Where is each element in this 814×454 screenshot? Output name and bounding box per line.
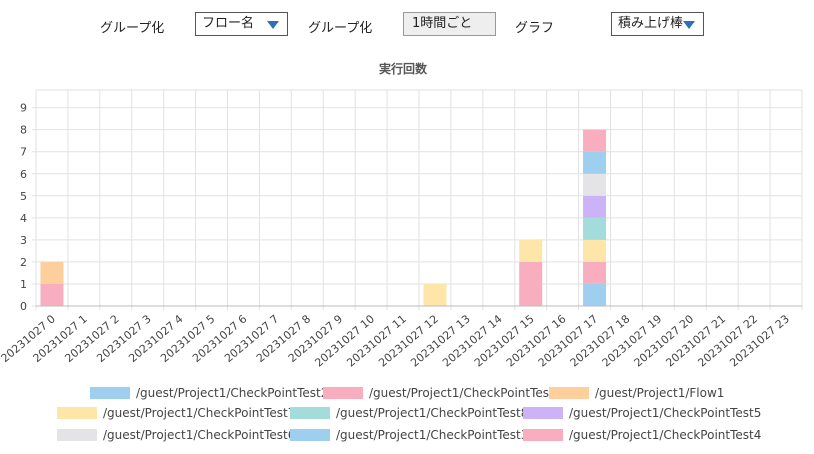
y-tick-label: 5 <box>20 190 27 203</box>
bar-segment <box>583 283 607 306</box>
bar-segment <box>519 239 543 262</box>
stacked-bar-chart: 実行回数 012345678920231027 020231027 120231… <box>0 61 803 370</box>
legend-swatch <box>290 407 330 419</box>
y-tick-label: 4 <box>20 212 27 225</box>
y-tick-label: 9 <box>20 102 27 115</box>
bar-segment <box>583 129 607 152</box>
y-tick-label: 1 <box>20 278 27 291</box>
legend-swatch <box>57 429 97 441</box>
legend-item[interactable]: /guest/Project1/CheckPointTest5 <box>523 406 761 420</box>
legend-swatch <box>523 407 563 419</box>
legend-label: /guest/Project1/CheckPointTest <box>369 386 554 400</box>
bar-segment <box>40 261 64 284</box>
y-tick-label: 0 <box>20 300 27 313</box>
legend-swatch <box>323 387 363 399</box>
bar-segment <box>583 217 607 240</box>
legend-swatch <box>57 407 97 419</box>
y-tick-label: 8 <box>20 124 27 137</box>
legend-swatch <box>290 429 330 441</box>
bar-segment <box>583 151 607 174</box>
y-tick-label: 3 <box>20 234 27 247</box>
bar-segment <box>423 283 447 306</box>
bar-segment <box>583 195 607 218</box>
bar-segment <box>583 173 607 196</box>
legend-item[interactable]: /guest/Project1/CheckPointTest6 <box>57 428 295 442</box>
bar-segment <box>583 261 607 284</box>
y-tick-label: 6 <box>20 168 27 181</box>
axis-layer: 012345678920231027 020231027 120231027 2… <box>0 102 802 370</box>
legend-label: /guest/Project1/CheckPointTest6 <box>103 428 296 442</box>
legend-label: /guest/Project1/CheckPointTest8 <box>336 406 529 420</box>
chart-title: 実行回数 <box>379 61 428 76</box>
bar-segment <box>40 283 64 306</box>
legend-item[interactable]: /guest/Project1/CheckPointTest4 <box>523 428 761 442</box>
legend-swatch <box>523 429 563 441</box>
grid-layer <box>32 89 803 310</box>
legend-item[interactable]: /guest/Project1/CheckPointTest7 <box>57 406 295 420</box>
legend-item[interactable]: /guest/Project1/Flow1 <box>549 386 724 400</box>
legend-item[interactable]: /guest/Project1/CheckPointTest3 <box>290 428 528 442</box>
legend-label: /guest/Project1/CheckPointTest2 <box>136 386 329 400</box>
bar-segment <box>519 261 543 306</box>
legend-label: /guest/Project1/CheckPointTest7 <box>103 406 296 420</box>
legend-swatch <box>549 387 589 399</box>
legend-label: /guest/Project1/CheckPointTest4 <box>569 428 762 442</box>
legend-item[interactable]: /guest/Project1/CheckPointTest8 <box>290 406 528 420</box>
y-tick-label: 7 <box>20 146 27 159</box>
legend-label: /guest/Project1/CheckPointTest3 <box>336 428 529 442</box>
y-tick-label: 2 <box>20 256 27 269</box>
legend-item[interactable]: /guest/Project1/CheckPointTest2 <box>90 386 328 400</box>
legend-label: /guest/Project1/CheckPointTest5 <box>569 406 762 420</box>
legend-item[interactable]: /guest/Project1/CheckPointTest <box>323 386 554 400</box>
bar-segment <box>583 239 607 262</box>
legend-swatch <box>90 387 130 399</box>
legend-label: /guest/Project1/Flow1 <box>595 386 725 400</box>
